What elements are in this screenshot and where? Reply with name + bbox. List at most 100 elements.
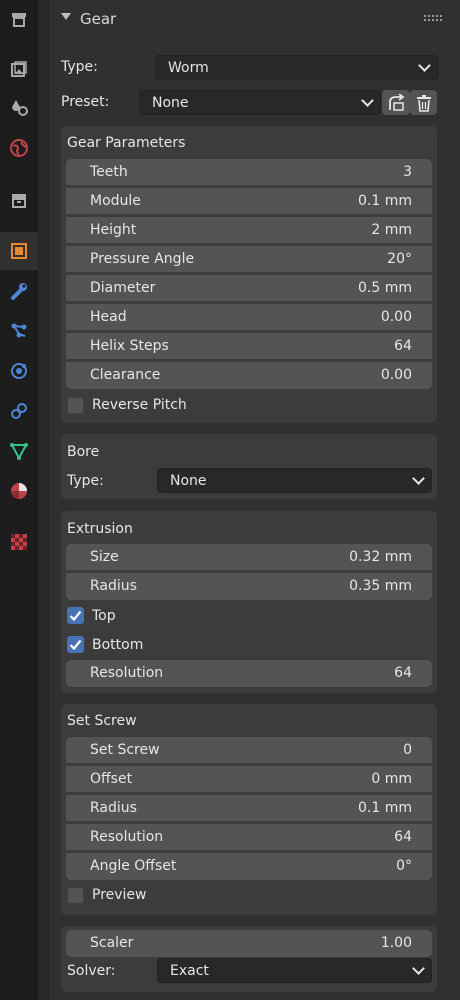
field-label: Set Screw bbox=[90, 742, 160, 758]
field-label: Angle Offset bbox=[90, 858, 177, 874]
output-tab[interactable] bbox=[0, 88, 38, 126]
extrusion-resolution-field[interactable]: Resolution 64 bbox=[66, 660, 432, 687]
top-label: Top bbox=[92, 608, 116, 624]
field-label: Offset bbox=[90, 771, 133, 787]
add-preset-icon bbox=[389, 93, 405, 111]
trash-icon bbox=[416, 94, 431, 112]
reverse-pitch-checkbox[interactable] bbox=[67, 397, 84, 414]
material-tab[interactable] bbox=[0, 472, 38, 510]
scaler-field[interactable]: Scaler 1.00 bbox=[66, 930, 432, 957]
field-label: Helix Steps bbox=[90, 338, 169, 354]
set-screw-title: Set Screw bbox=[67, 713, 137, 729]
field-label: Pressure Angle bbox=[90, 251, 195, 267]
bore-type-label: Type: bbox=[67, 473, 104, 489]
world-tab[interactable] bbox=[0, 129, 38, 167]
output-icon bbox=[12, 100, 28, 116]
particles-tab[interactable] bbox=[0, 312, 38, 350]
field-value: 0.00 bbox=[380, 309, 412, 325]
set-screw-radius-field[interactable]: Radius 0.1 mm bbox=[66, 795, 432, 822]
collection-icon bbox=[12, 194, 26, 208]
sidebar-divider bbox=[38, 0, 49, 1000]
gear-type-dropdown[interactable]: Worm bbox=[155, 55, 438, 80]
texture-tab[interactable] bbox=[0, 523, 38, 561]
drag-grip-icon[interactable] bbox=[424, 15, 442, 21]
modifier-tab[interactable] bbox=[0, 272, 38, 310]
bore-type-value: None bbox=[170, 473, 207, 489]
pressure-angle-field[interactable]: Pressure Angle 20° bbox=[66, 246, 432, 273]
helix-steps-field[interactable]: Helix Steps 64 bbox=[66, 333, 432, 360]
field-value: 0 bbox=[403, 742, 412, 758]
constraints-icon bbox=[11, 403, 27, 419]
gear-type-value: Worm bbox=[168, 60, 209, 76]
reverse-pitch-label: Reverse Pitch bbox=[92, 397, 187, 413]
gear-panel-header[interactable]: Gear bbox=[49, 0, 454, 37]
checkmark-icon bbox=[69, 610, 82, 622]
field-value: 1.00 bbox=[380, 935, 412, 951]
data-icon bbox=[10, 443, 28, 461]
field-value: 0 mm bbox=[371, 771, 412, 787]
clearance-field[interactable]: Clearance 0.00 bbox=[66, 362, 432, 389]
field-label: Scaler bbox=[90, 935, 134, 951]
texture-icon bbox=[11, 534, 27, 550]
field-label: Head bbox=[90, 309, 127, 325]
tool-icon bbox=[12, 13, 26, 27]
head-field[interactable]: Head 0.00 bbox=[66, 304, 432, 331]
teeth-field[interactable]: Teeth 3 bbox=[66, 159, 432, 186]
field-label: Height bbox=[90, 222, 137, 238]
diameter-field[interactable]: Diameter 0.5 mm bbox=[66, 275, 432, 302]
render-icon bbox=[11, 61, 27, 77]
field-label: Radius bbox=[90, 800, 137, 816]
chevron-down-icon bbox=[418, 59, 431, 72]
data-tab[interactable] bbox=[0, 432, 38, 470]
extrusion-title: Extrusion bbox=[67, 521, 133, 537]
field-value: 3 bbox=[403, 164, 412, 180]
physics-icon bbox=[11, 363, 27, 379]
solver-value: Exact bbox=[170, 963, 209, 979]
solver-label: Solver: bbox=[67, 963, 116, 979]
preview-checkbox[interactable] bbox=[67, 887, 84, 904]
set-screw-offset-field[interactable]: Offset 0 mm bbox=[66, 766, 432, 793]
collapse-triangle-icon[interactable] bbox=[61, 13, 71, 20]
preset-value: None bbox=[152, 95, 189, 111]
field-value: 20° bbox=[387, 251, 412, 267]
bottom-label: Bottom bbox=[92, 637, 144, 653]
set-screw-angle-offset-field[interactable]: Angle Offset 0° bbox=[66, 853, 432, 880]
field-value: 0° bbox=[396, 858, 412, 874]
extrusion-radius-field[interactable]: Radius 0.35 mm bbox=[66, 573, 432, 600]
field-label: Clearance bbox=[90, 367, 161, 383]
chevron-down-icon bbox=[412, 472, 425, 485]
gear-parameters-title: Gear Parameters bbox=[67, 135, 186, 151]
preset-dropdown[interactable]: None bbox=[139, 90, 381, 115]
add-preset-button[interactable] bbox=[382, 90, 410, 115]
solver-dropdown[interactable]: Exact bbox=[157, 958, 432, 983]
object-icon bbox=[11, 243, 27, 259]
remove-preset-button[interactable] bbox=[410, 90, 437, 115]
top-checkbox[interactable] bbox=[67, 607, 84, 624]
bottom-checkbox[interactable] bbox=[67, 636, 84, 653]
bore-title: Bore bbox=[67, 444, 100, 460]
chevron-down-icon bbox=[361, 94, 374, 107]
constraints-tab[interactable] bbox=[0, 392, 38, 430]
chevron-down-icon bbox=[412, 962, 425, 975]
field-value: 64 bbox=[394, 665, 412, 681]
field-label: Module bbox=[90, 193, 141, 209]
tool-tab[interactable] bbox=[0, 0, 38, 38]
physics-tab[interactable] bbox=[0, 352, 38, 390]
object-tab[interactable] bbox=[0, 232, 38, 270]
field-value: 0.1 mm bbox=[358, 800, 412, 816]
field-value: 0.32 mm bbox=[349, 549, 412, 565]
world-icon bbox=[10, 139, 28, 157]
height-field[interactable]: Height 2 mm bbox=[66, 217, 432, 244]
render-tab[interactable] bbox=[0, 50, 38, 88]
bore-type-dropdown[interactable]: None bbox=[157, 468, 432, 493]
preview-label: Preview bbox=[92, 887, 147, 903]
field-label: Diameter bbox=[90, 280, 156, 296]
set-screw-resolution-field[interactable]: Resolution 64 bbox=[66, 824, 432, 851]
properties-tab-bar bbox=[0, 0, 38, 1000]
field-value: 2 mm bbox=[371, 222, 412, 238]
collection-tab[interactable] bbox=[0, 181, 38, 219]
module-field[interactable]: Module 0.1 mm bbox=[66, 188, 432, 215]
field-value: 64 bbox=[394, 829, 412, 845]
set-screw-count-field[interactable]: Set Screw 0 bbox=[66, 737, 432, 764]
extrusion-size-field[interactable]: Size 0.32 mm bbox=[66, 544, 432, 571]
